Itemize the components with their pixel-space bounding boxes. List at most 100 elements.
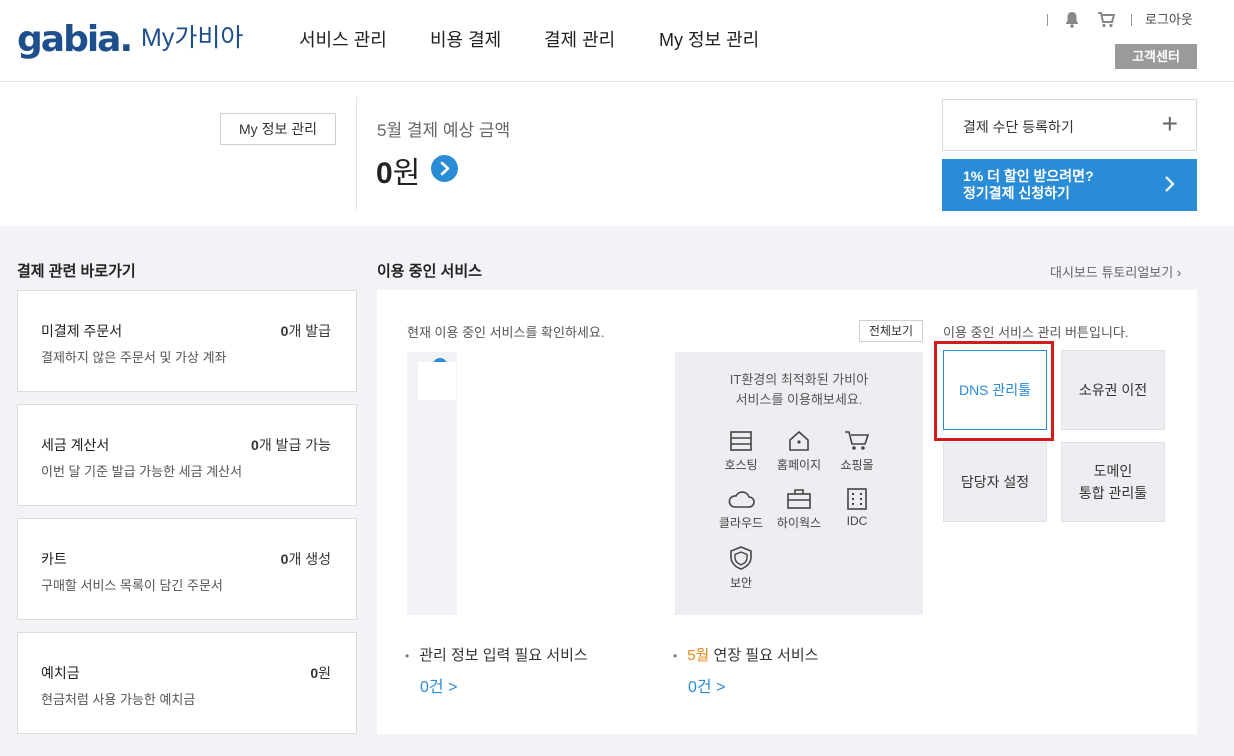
highlight-box	[934, 341, 1054, 441]
shopping-cart-icon	[845, 431, 870, 450]
regular-payment-banner[interactable]: 1% 더 할인 받으려면? 정기결제 신청하기	[942, 159, 1197, 211]
payment-estimate-label: 5월 결제 예상 금액	[377, 121, 511, 140]
card-suffix: 개 생성	[288, 551, 331, 567]
card-suffix: 원	[318, 665, 331, 681]
payment-estimate-amount: 0원	[376, 148, 420, 192]
register-payment-method-button[interactable]: 결제 수단 등록하기 +	[942, 99, 1197, 151]
gabia-logo[interactable]: gabia.	[17, 18, 133, 62]
cloud-icon	[728, 491, 755, 508]
view-all-button[interactable]: 전체보기	[859, 320, 923, 342]
deposit-card[interactable]: 예치금 0원 현금처럼 사용 가능한 예치금	[17, 632, 357, 734]
domain-manager-line1: 도메인	[1093, 463, 1133, 479]
need-info-count-link[interactable]: 0건 >	[420, 673, 457, 697]
card-name: 카트	[41, 551, 67, 567]
services-list-content	[457, 352, 655, 615]
renewal-item: • 5월 연장 필요 서비스	[673, 644, 818, 665]
logout-link[interactable]: 로그아웃	[1145, 10, 1193, 30]
bullet-dot: •	[405, 649, 410, 663]
chevron-right-icon: ›	[1176, 265, 1182, 280]
hiworks-label: 하이웍스	[776, 516, 822, 530]
renewal-label: 연장 필요 서비스	[709, 647, 819, 664]
top-header: gabia. My가비아 서비스 관리 비용 결제 결제 관리 My 정보 관리…	[0, 0, 1234, 82]
security-label: 보안	[729, 576, 753, 590]
bell-icon[interactable]	[1064, 11, 1080, 33]
hosting-icon	[730, 431, 752, 451]
idc-label: IDC	[846, 514, 868, 528]
ownership-transfer-label: 소유권 이전	[1078, 382, 1148, 398]
nav-payment-management[interactable]: 결제 관리	[544, 28, 615, 52]
need-info-item: • 관리 정보 입력 필요 서비스	[405, 644, 588, 665]
domain-manager-button[interactable]: 도메인통합 관리툴	[1061, 442, 1165, 522]
dashboard-tutorial-label: 대시보드 튜토리얼보기	[1050, 265, 1174, 280]
nav-service-management[interactable]: 서비스 관리	[299, 28, 387, 52]
main-content: 결제 관련 바로가기 미결제 주문서 0개 발급 결제하지 않은 주문서 및 가…	[0, 226, 1234, 756]
idc-item[interactable]: IDC	[827, 488, 887, 528]
briefcase-icon	[787, 489, 811, 509]
card-desc: 결제하지 않은 주문서 및 가상 계좌	[41, 350, 227, 365]
plus-icon: +	[1161, 108, 1178, 139]
need-info-label: 관리 정보 입력 필요 서비스	[419, 647, 588, 664]
card-desc: 현금처럼 사용 가능한 예치금	[41, 692, 196, 707]
hiworks-item[interactable]: 하이웍스	[769, 488, 829, 531]
nav-my-info[interactable]: My 정보 관리	[659, 28, 759, 52]
util-divider	[1131, 14, 1132, 26]
card-suffix: 개 발급 가능	[258, 437, 331, 453]
card-desc: 구매할 서비스 목록이 담긴 주문서	[41, 578, 223, 593]
card-value: 0원	[310, 663, 331, 683]
nav-cost-payment[interactable]: 비용 결제	[430, 28, 501, 52]
card-desc: 이번 달 기준 발급 가능한 세금 계산서	[41, 464, 243, 479]
services-panel: 현재 이용 중인 서비스를 확인하세요. 전체보기 IT환경의 최적화된 가비아…	[377, 290, 1197, 734]
payment-detail-arrow-icon[interactable]	[431, 155, 458, 182]
promo-line-2: 서비스를 이용해보세요.	[735, 392, 863, 407]
cart-card[interactable]: 카트 0개 생성 구매할 서비스 목록이 담긴 주문서	[17, 518, 357, 620]
util-divider	[1047, 14, 1048, 26]
contact-settings-label: 담당자 설정	[960, 474, 1030, 490]
card-value: 0개 발급 가능	[251, 435, 331, 455]
contact-settings-button[interactable]: 담당자 설정	[943, 442, 1047, 522]
tax-invoice-card[interactable]: 세금 계산서 0개 발급 가능 이번 달 기준 발급 가능한 세금 계산서	[17, 404, 357, 506]
hosting-item[interactable]: 호스팅	[711, 430, 771, 473]
shopping-mall-item[interactable]: 쇼핑몰	[827, 430, 887, 473]
ownership-transfer-button[interactable]: 소유권 이전	[1061, 350, 1165, 430]
homepage-item[interactable]: 홈페이지	[769, 430, 829, 473]
payment-amount-value: 0	[376, 157, 393, 190]
my-gabia-title[interactable]: My가비아	[141, 22, 243, 54]
services-hint: 현재 이용 중인 서비스를 확인하세요.	[407, 325, 605, 340]
cloud-item[interactable]: 클라우드	[711, 488, 771, 531]
homepage-label: 홈페이지	[776, 458, 822, 472]
renewal-count-link[interactable]: 0건 >	[688, 673, 725, 697]
my-info-button[interactable]: My 정보 관리	[220, 113, 336, 145]
services-list-area	[407, 352, 655, 615]
summary-divider	[356, 97, 357, 210]
card-name: 예치금	[41, 665, 80, 681]
register-payment-label: 결제 수단 등록하기	[963, 119, 1074, 135]
card-name: 미결제 주문서	[41, 323, 123, 339]
domain-manager-label: 도메인통합 관리툴	[1079, 460, 1147, 504]
unpaid-orders-card[interactable]: 미결제 주문서 0개 발급 결제하지 않은 주문서 및 가상 계좌	[17, 290, 357, 392]
chevron-right-icon	[1163, 171, 1177, 203]
house-icon	[789, 430, 809, 451]
cart-icon[interactable]	[1097, 11, 1116, 33]
building-icon	[847, 488, 867, 510]
service-thumbnail	[418, 362, 456, 400]
security-item[interactable]: 보안	[711, 546, 771, 591]
payment-shortcuts-title: 결제 관련 바로가기	[17, 263, 136, 280]
dashboard-tutorial-link[interactable]: 대시보드 튜토리얼보기 ›	[1050, 262, 1181, 281]
manager-buttons-hint: 이용 중인 서비스 관리 버튼입니다.	[943, 325, 1129, 340]
renewal-month: 5월	[687, 647, 710, 664]
domain-manager-line2: 통합 관리툴	[1078, 485, 1148, 501]
payment-summary: My 정보 관리 5월 결제 예상 금액 0원 결제 수단 등록하기 + 1% …	[0, 83, 1234, 226]
discount-subtitle: 정기결제 신청하기	[963, 185, 1070, 201]
card-value: 0개 생성	[281, 549, 331, 569]
service-promo-panel: IT환경의 최적화된 가비아 서비스를 이용해보세요. 호스팅 홈페이지 쇼핑몰…	[675, 352, 923, 615]
card-name: 세금 계산서	[41, 437, 110, 453]
customer-center-button[interactable]: 고객센터	[1115, 44, 1197, 69]
card-count: 0	[310, 665, 319, 681]
services-in-use-title: 이용 중인 서비스	[377, 263, 482, 280]
card-count: 0	[251, 437, 259, 453]
card-value: 0개 발급	[281, 321, 331, 341]
payment-amount-unit: 원	[392, 157, 421, 190]
bullet-dot: •	[673, 649, 678, 663]
promo-line-1: IT환경의 최적화된 가비아	[729, 372, 869, 387]
card-suffix: 개 발급	[288, 323, 331, 339]
